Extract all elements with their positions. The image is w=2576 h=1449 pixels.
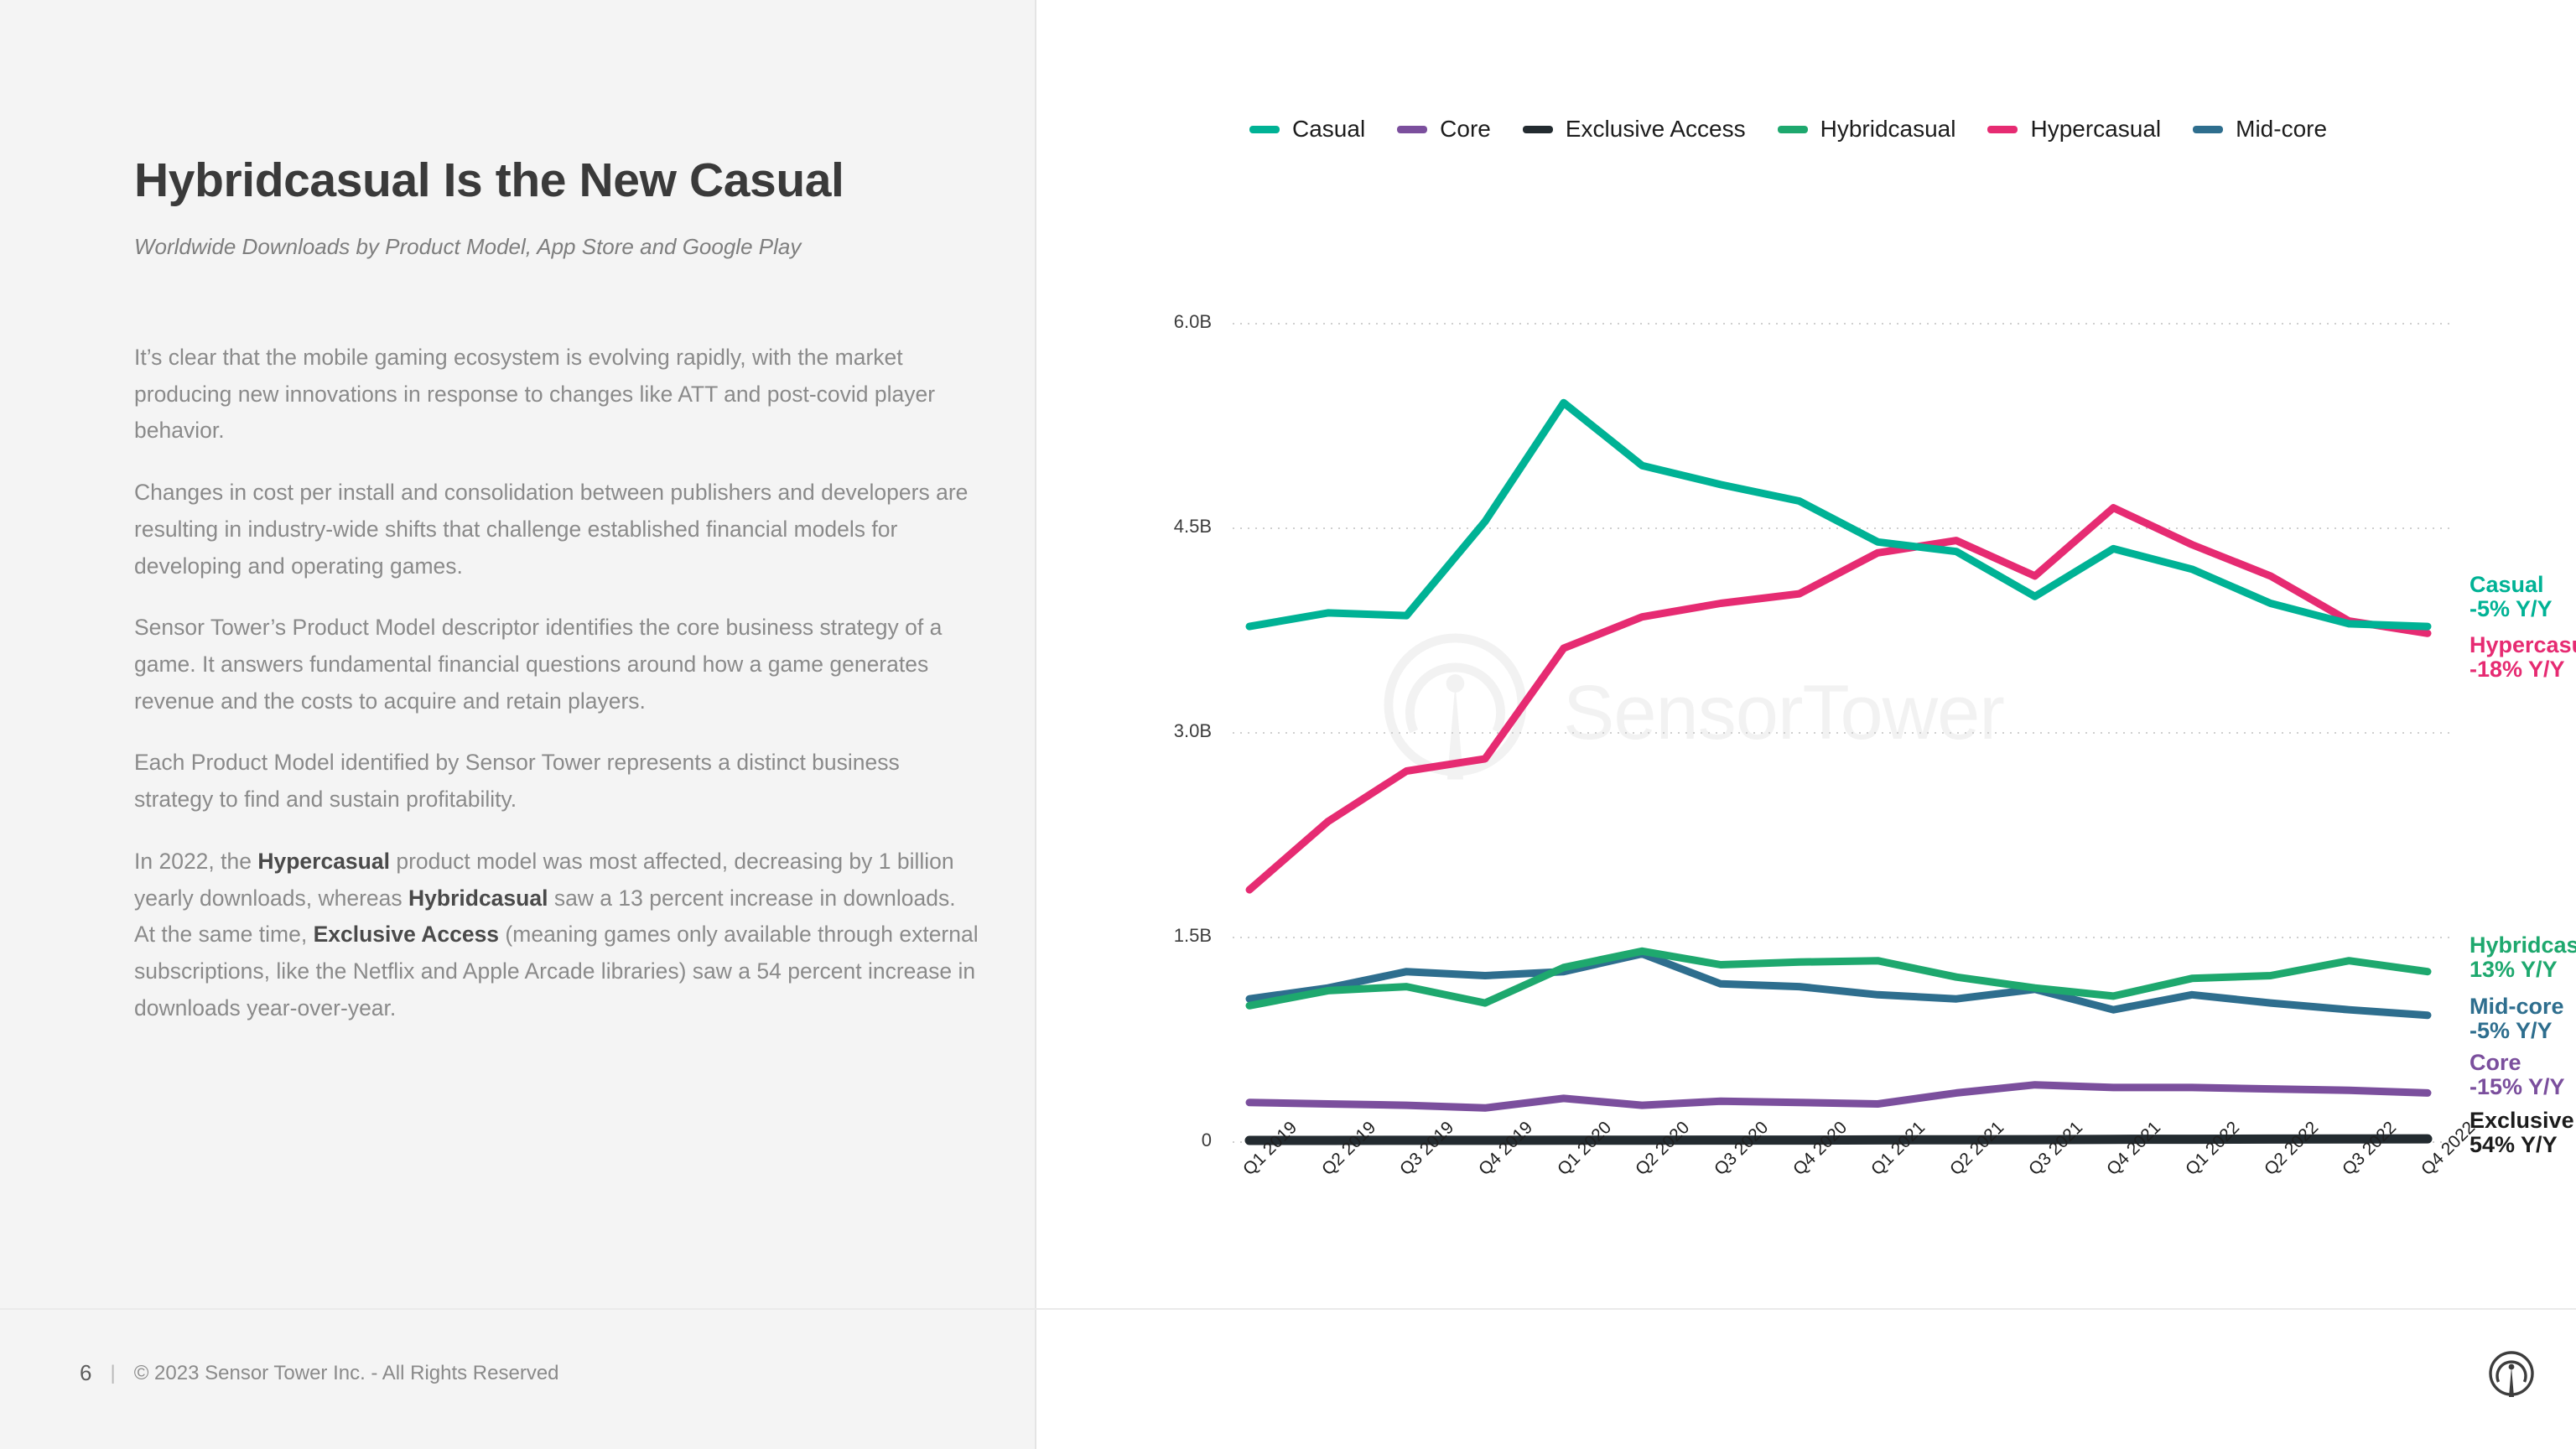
series-annotation-hybridcasual: Hybridcasual13% Y/Y [2470, 932, 2576, 983]
y-axis-tick-label: 0 [1201, 1130, 1212, 1150]
body-paragraph: Each Product Model identified by Sensor … [134, 750, 900, 813]
annotation-yoy-value: -5% Y/Y [2470, 1018, 2553, 1044]
series-annotation-mid-core: Mid-core -5% Y/Y [2470, 994, 2564, 1044]
page-subtitle: Worldwide Downloads by Product Model, Ap… [134, 234, 802, 259]
annotation-series-name: Core [2470, 1050, 2521, 1075]
series-annotation-core: Core -15% Y/Y [2470, 1050, 2565, 1100]
annotation-yoy-value: 13% Y/Y [2470, 957, 2558, 983]
footer-divider [0, 1308, 2576, 1310]
y-axis-tick-label: 6.0B [1173, 311, 1212, 332]
annotation-yoy-value: -18% Y/Y [2470, 657, 2565, 683]
annotation-series-name: Mid-core [2470, 994, 2564, 1019]
line-chart-plot: 0 1.5B 3.0B 4.5B 6.0B Q1 2019 Q2 2019 Q3 2019 Q4… [1036, 0, 2576, 1308]
series-line-casual [1245, 398, 2432, 631]
series-line-core [1245, 1081, 2432, 1112]
annotation-yoy-value: -5% Y/Y [2470, 596, 2553, 622]
copyright-text: © 2023 Sensor Tower Inc. - All Rights Re… [133, 1361, 559, 1384]
chart-area: Casual Core Exclusive Access Hybridcasual Hy… [1036, 0, 2576, 1308]
series-line-hypercasual [1245, 504, 2432, 894]
annotation-yoy-value: 54% Y/Y [2470, 1132, 2558, 1158]
series-annotation-hypercasual: Hypercasual-18% Y/Y [2470, 632, 2576, 683]
body-paragraph: Changes in cost per install and consolid… [134, 480, 969, 579]
annotation-series-name: Exclusive Access [2470, 1108, 2576, 1133]
sensor-tower-logo-icon [2486, 1348, 2542, 1404]
body-paragraph-final: In 2022, the Hypercasual product model w… [134, 844, 981, 1027]
footer-separator: | [110, 1361, 116, 1384]
body-copy: It’s clear that the mobile gaming ecosys… [134, 340, 981, 1052]
annotation-yoy-value: -15% Y/Y [2470, 1074, 2565, 1100]
body-text-run: In 2022, the [134, 848, 258, 874]
y-axis-tick-label: 3.0B [1173, 720, 1212, 741]
page-number: 6 [80, 1360, 92, 1385]
series-annotation-exclusive-access: Exclusive Access54% Y/Y [2470, 1108, 2576, 1158]
y-axis-tick-label: 4.5B [1173, 516, 1212, 537]
series-annotation-casual: Casual -5% Y/Y [2470, 572, 2553, 622]
page-title: Hybridcasual Is the New Casual [134, 153, 844, 208]
chart-svg [1233, 323, 2453, 1145]
footer: 6 | © 2023 Sensor Tower Inc. - All Right… [80, 1360, 559, 1386]
annotation-series-name: Hybridcasual [2470, 932, 2576, 958]
annotation-series-name: Hypercasual [2470, 632, 2576, 657]
emphasis-term: Exclusive Access [313, 922, 500, 948]
y-axis-tick-label: 1.5B [1173, 925, 1212, 946]
emphasis-term: Hybridcasual [408, 885, 548, 911]
body-paragraph: It’s clear that the mobile gaming ecosys… [134, 345, 936, 444]
emphasis-term: Hypercasual [257, 848, 390, 874]
body-paragraph: Sensor Tower’s Product Model descriptor … [134, 615, 943, 714]
annotation-series-name: Casual [2470, 572, 2544, 597]
